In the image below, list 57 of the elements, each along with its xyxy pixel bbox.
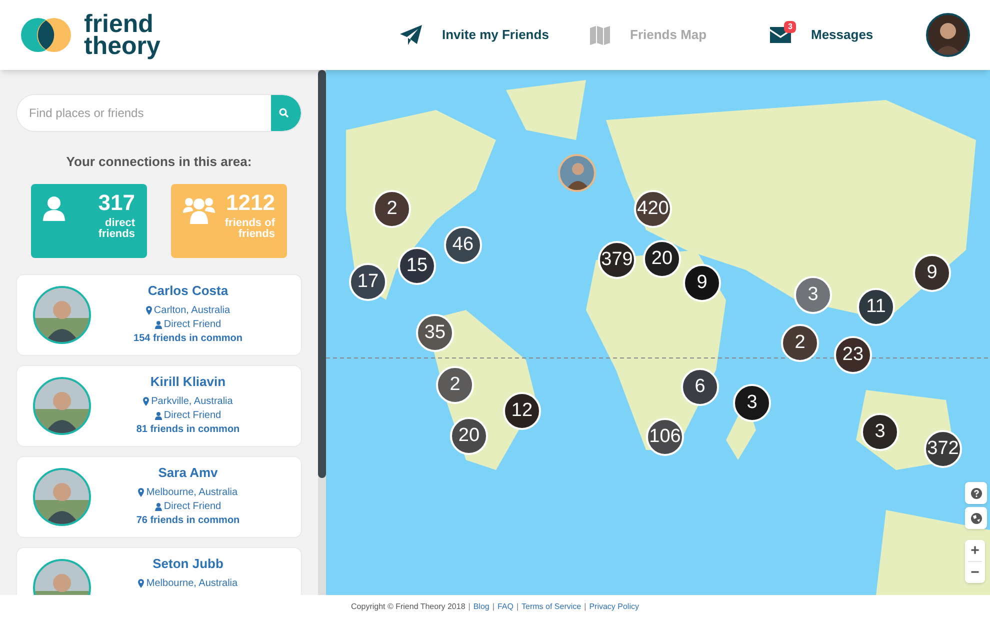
connections-heading: Your connections in this area: [65, 153, 253, 171]
friend-name[interactable]: Sara Amv [158, 466, 218, 480]
stat-label: direct [105, 218, 135, 228]
nav-link[interactable]: Invite my Friends [400, 25, 590, 45]
separator: | [468, 601, 470, 613]
stat-label: friends [238, 228, 275, 240]
friend-location: Parkville, Australia [151, 394, 233, 408]
logo-text: theory [84, 35, 160, 57]
scrollbar-thumb[interactable] [318, 70, 326, 478]
logo-text: friend [84, 13, 154, 35]
search-button[interactable] [271, 95, 301, 131]
stat-count: 317 [98, 192, 135, 214]
notification-badge: 3 [784, 21, 796, 33]
friend-name[interactable]: Seton Jubb [152, 556, 224, 570]
help-icon [970, 488, 982, 498]
footer-link[interactable]: FAQ [497, 601, 514, 613]
zoom-out-button[interactable]: − [965, 562, 985, 583]
friend-name[interactable]: Carlos Costa [148, 284, 228, 298]
friend-name[interactable]: Kirill Kliavin [150, 374, 226, 388]
footer-link[interactable]: Blog [473, 601, 490, 613]
user-avatar[interactable] [926, 13, 970, 57]
separator: | [516, 601, 519, 613]
person-icon [154, 412, 162, 420]
paper-plane-icon [400, 25, 422, 45]
stat-label: friends [98, 228, 135, 240]
zoom-in-button[interactable]: + [965, 540, 985, 561]
friend-relation: Direct Friend [164, 318, 222, 332]
location-pin-icon [138, 579, 144, 588]
search-icon [279, 108, 289, 118]
mutual-friends: 81 friends in common [136, 422, 240, 436]
map-icon [590, 26, 610, 44]
mutual-friends: 154 friends in common [134, 332, 242, 346]
search-field[interactable]: Find places or friends [16, 94, 302, 132]
person-icon [154, 502, 162, 510]
globe-button[interactable] [965, 507, 987, 529]
logo-icon [20, 17, 72, 53]
separator: | [492, 601, 494, 613]
stat-count: 1212 [226, 192, 275, 214]
people-icon [183, 196, 215, 224]
person-icon [154, 320, 162, 328]
friend-location: Melbourne, Australia [146, 486, 238, 500]
footer-link[interactable]: Privacy Policy [589, 601, 639, 613]
globe-icon [970, 512, 982, 524]
friend-relation: Direct Friend [164, 500, 222, 514]
location-pin-icon [138, 488, 144, 497]
mutual-friends: 76 friends in common [136, 514, 240, 528]
separator: | [584, 601, 586, 613]
footer-link[interactable]: Terms of Service [522, 601, 582, 613]
person-icon [43, 196, 65, 222]
friend-location: Carlton, Australia [154, 304, 230, 318]
stat-label: friends of [224, 218, 275, 228]
location-pin-icon [143, 397, 150, 406]
help-button[interactable] [965, 482, 987, 504]
friend-relation: Direct Friend [164, 408, 222, 422]
copyright-text: Copyright © Friend Theory 2018 [351, 601, 466, 613]
location-pin-icon [146, 306, 152, 315]
friend-location: Melbourne, Australia [146, 576, 238, 590]
